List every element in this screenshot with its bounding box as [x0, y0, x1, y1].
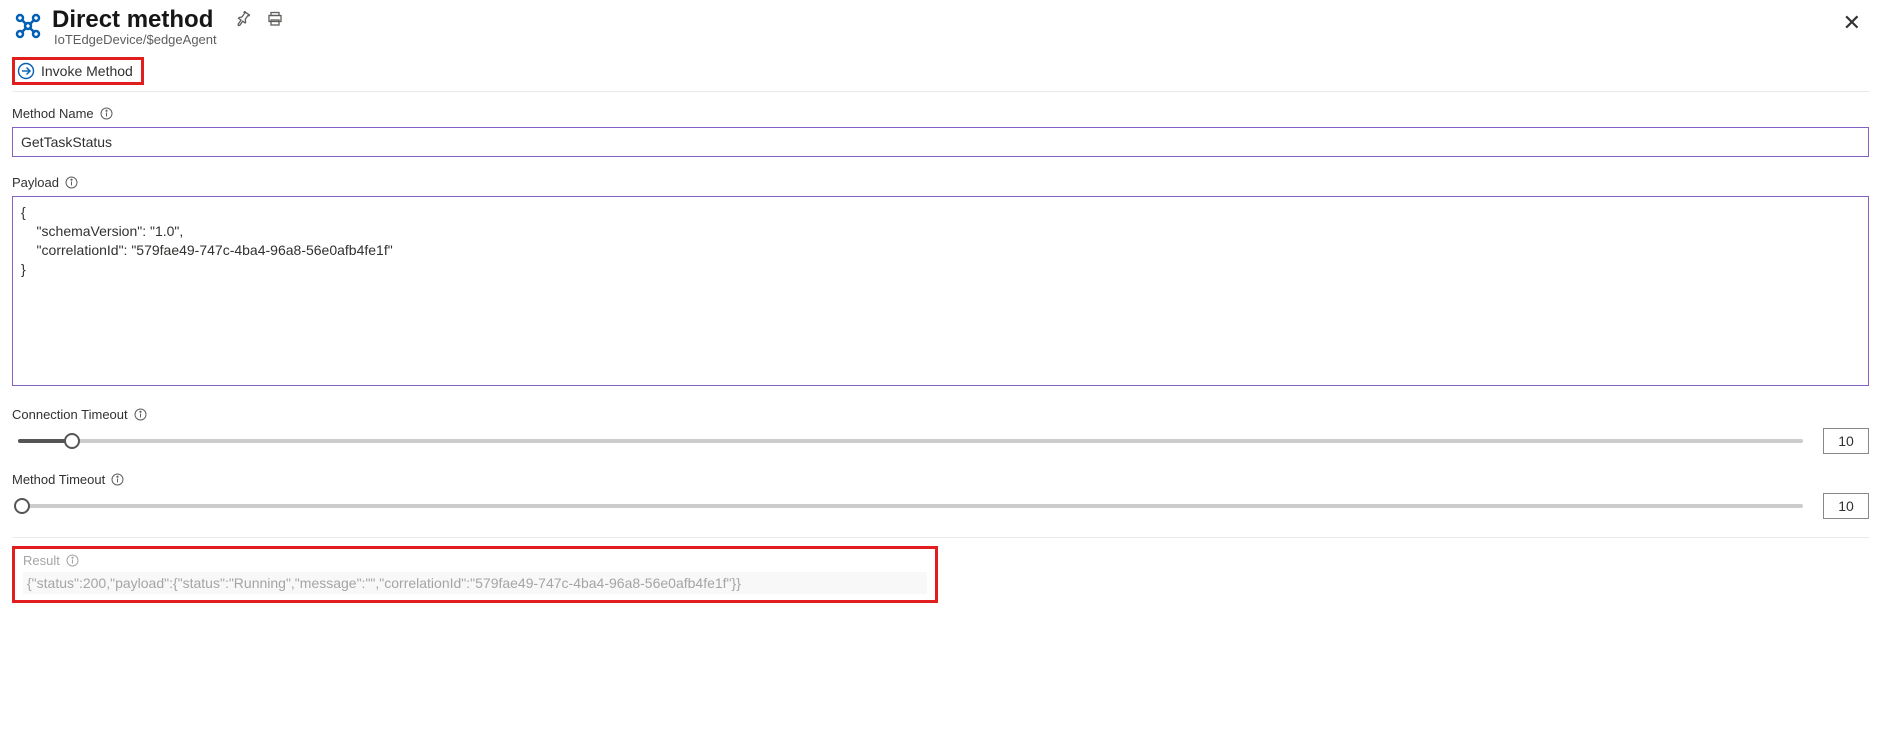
invoke-arrow-icon	[17, 62, 35, 80]
payload-textarea[interactable]	[12, 196, 1869, 386]
connection-timeout-slider[interactable]	[12, 431, 1809, 451]
result-value: {"status":200,"payload":{"status":"Runni…	[23, 572, 927, 594]
info-icon[interactable]	[134, 408, 147, 421]
pin-icon[interactable]	[235, 11, 251, 30]
payload-label: Payload	[12, 175, 59, 190]
connection-timeout-label: Connection Timeout	[12, 407, 128, 422]
page-title: Direct method	[52, 6, 213, 34]
divider	[12, 537, 1869, 538]
connection-timeout-value[interactable]	[1823, 428, 1869, 454]
result-label: Result	[23, 553, 60, 568]
invoke-method-button[interactable]: Invoke Method	[12, 57, 144, 85]
iot-device-icon	[12, 10, 44, 42]
method-name-label: Method Name	[12, 106, 94, 121]
breadcrumb-subtitle: IoTEdgeDevice/$edgeAgent	[54, 32, 283, 47]
method-timeout-label: Method Timeout	[12, 472, 105, 487]
info-icon[interactable]	[65, 176, 78, 189]
print-icon[interactable]	[267, 11, 283, 30]
info-icon[interactable]	[100, 107, 113, 120]
close-icon[interactable]: ✕	[1835, 6, 1869, 40]
method-timeout-value[interactable]	[1823, 493, 1869, 519]
info-icon[interactable]	[111, 473, 124, 486]
method-name-input[interactable]	[12, 127, 1869, 157]
info-icon[interactable]	[66, 554, 79, 567]
invoke-method-label: Invoke Method	[41, 63, 133, 79]
method-timeout-slider[interactable]	[12, 496, 1809, 516]
result-panel: Result {"status":200,"payload":{"status"…	[12, 546, 938, 603]
